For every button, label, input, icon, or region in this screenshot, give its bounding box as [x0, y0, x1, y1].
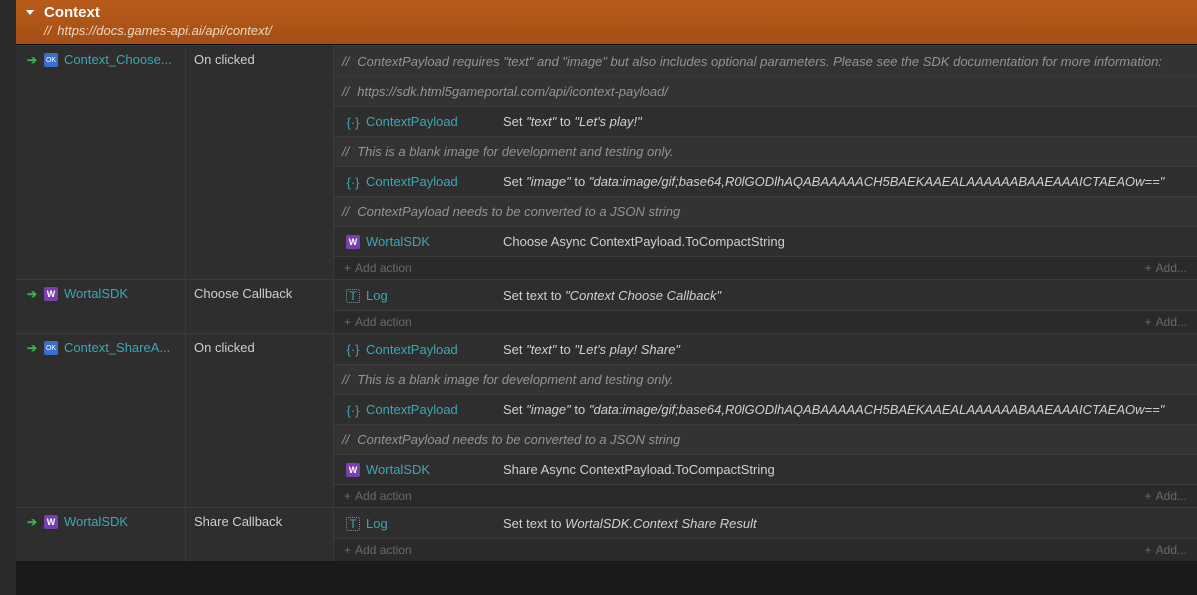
action-body: Choose Async ContextPayload.ToCompactStr… — [497, 234, 1189, 249]
action-line[interactable]: {·}ContextPayloadSet "text" to "Let's pl… — [334, 334, 1197, 364]
group-header[interactable]: Context //https://docs.games-api.ai/api/… — [16, 0, 1197, 45]
group-subtitle: //https://docs.games-api.ai/api/context/ — [26, 23, 1187, 38]
trigger-arrow-icon: ➔ — [26, 54, 38, 66]
event-condition[interactable]: Share Callback — [186, 508, 334, 561]
sdk-object-icon: W — [346, 463, 360, 477]
add-action-row[interactable]: +Add action+Add... — [334, 310, 1197, 333]
event-condition[interactable]: Choose Callback — [186, 280, 334, 333]
group-title: Context — [44, 4, 100, 21]
action-body: Share Async ContextPayload.ToCompactStri… — [497, 462, 1189, 477]
comment-line[interactable]: //This is a blank image for development … — [334, 136, 1197, 166]
action-line[interactable]: {·}ContextPayloadSet "text" to "Let's pl… — [334, 106, 1197, 136]
log-object-icon: T — [346, 289, 360, 303]
action-body: Set "text" to "Let's play!" — [497, 114, 1189, 129]
json-object-icon: {·} — [346, 403, 360, 417]
action-body: Set "image" to "data:image/gif;base64,R0… — [497, 174, 1189, 189]
action-object: {·}ContextPayload — [342, 114, 497, 129]
event-object-cell[interactable]: ➔ OK Context_Choose... — [16, 46, 186, 279]
event-object-name: WortalSDK — [64, 514, 128, 529]
event-object-cell[interactable]: ➔ OK Context_ShareA... — [16, 334, 186, 507]
event-condition[interactable]: On clicked — [186, 46, 334, 279]
event-row[interactable]: ➔WWortalSDKShare CallbackTLogSet text to… — [16, 507, 1197, 561]
event-object-name: WortalSDK — [64, 286, 128, 301]
event-object-cell[interactable]: ➔ W WortalSDK — [16, 508, 186, 561]
add-action-row[interactable]: +Add action+Add... — [334, 484, 1197, 507]
trigger-arrow-icon: ➔ — [26, 288, 38, 300]
log-object-icon: T — [346, 517, 360, 531]
event-condition[interactable]: On clicked — [186, 334, 334, 507]
json-object-icon: {·} — [346, 343, 360, 357]
comment-line[interactable]: //ContextPayload needs to be converted t… — [334, 196, 1197, 226]
action-line[interactable]: WWortalSDKChoose Async ContextPayload.To… — [334, 226, 1197, 256]
gutter — [0, 0, 16, 595]
comment-line[interactable]: //ContextPayload needs to be converted t… — [334, 424, 1197, 454]
action-object: {·}ContextPayload — [342, 402, 497, 417]
sdk-object-icon: W — [346, 235, 360, 249]
event-row[interactable]: ➔OKContext_ShareA...On clicked{·}Context… — [16, 333, 1197, 507]
action-object: TLog — [342, 288, 497, 303]
event-row[interactable]: ➔ OK Context_Choose... On clicked//ContextP… — [16, 45, 1197, 279]
add-action-row[interactable]: +Add action+Add... — [334, 538, 1197, 561]
action-line[interactable]: WWortalSDKShare Async ContextPayload.ToC… — [334, 454, 1197, 484]
button-object-icon: OK — [44, 53, 58, 67]
comment-line[interactable]: //ContextPayload requires "text" and "im… — [334, 46, 1197, 76]
event-object-name: Context_Choose... — [64, 52, 172, 67]
event-object-cell[interactable]: ➔ W WortalSDK — [16, 280, 186, 333]
action-object: TLog — [342, 516, 497, 531]
action-object: {·}ContextPayload — [342, 174, 497, 189]
action-line[interactable]: {·}ContextPayloadSet "image" to "data:im… — [334, 166, 1197, 196]
json-object-icon: {·} — [346, 175, 360, 189]
action-body: Set "image" to "data:image/gif;base64,R0… — [497, 402, 1189, 417]
event-row[interactable]: ➔WWortalSDKChoose CallbackTLogSet text t… — [16, 279, 1197, 333]
comment-line[interactable]: //https://sdk.html5gameportal.com/api/ic… — [334, 76, 1197, 106]
add-action-row[interactable]: +Add action+Add... — [334, 256, 1197, 279]
sdk-object-icon: W — [44, 287, 58, 301]
action-body: Set text to "Context Choose Callback" — [497, 288, 1189, 303]
button-object-icon: OK — [44, 341, 58, 355]
collapse-caret-icon[interactable] — [26, 10, 34, 15]
action-object: WWortalSDK — [342, 462, 497, 477]
trigger-arrow-icon: ➔ — [26, 516, 38, 528]
event-object-name: Context_ShareA... — [64, 340, 170, 355]
action-body: Set "text" to "Let's play! Share" — [497, 342, 1189, 357]
action-object: WWortalSDK — [342, 234, 497, 249]
action-line[interactable]: {·}ContextPayloadSet "image" to "data:im… — [334, 394, 1197, 424]
action-line[interactable]: TLogSet text to "Context Choose Callback… — [334, 280, 1197, 310]
trigger-arrow-icon: ➔ — [26, 342, 38, 354]
json-object-icon: {·} — [346, 115, 360, 129]
action-body: Set text to WortalSDK.Context Share Resu… — [497, 516, 1189, 531]
action-object: {·}ContextPayload — [342, 342, 497, 357]
action-line[interactable]: TLogSet text to WortalSDK.Context Share … — [334, 508, 1197, 538]
comment-line[interactable]: //This is a blank image for development … — [334, 364, 1197, 394]
sdk-object-icon: W — [44, 515, 58, 529]
